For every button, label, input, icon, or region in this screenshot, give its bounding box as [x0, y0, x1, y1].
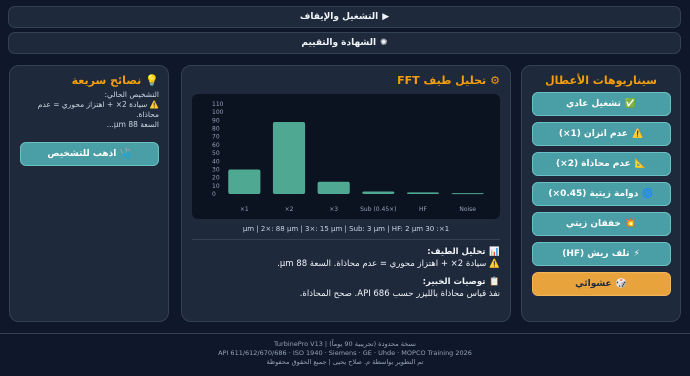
scenario-label: عدم اتزان (1×) — [558, 129, 628, 139]
check-icon: ✅ — [624, 99, 637, 109]
y-tick-label: 60 — [212, 142, 220, 149]
ruler-icon: 📐 — [634, 159, 646, 169]
cyclone-icon: 🌀 — [642, 189, 654, 199]
expert-heading: توصيات الخبير: — [422, 277, 486, 287]
x-tick-label: 1× — [240, 206, 249, 213]
y-tick-label: 70 — [212, 134, 220, 141]
chart-icon: 📊 — [489, 247, 500, 257]
tips-line-3: السعة 88 μm... — [106, 120, 159, 129]
fft-panel: ⚙ تحليل طيف FFT 0 10 20 30 40 50 60 70 80 90 100 11… — [181, 65, 511, 322]
tips-line-1: التشخيص الحالي: — [104, 90, 159, 99]
clipboard-icon: 📋 — [489, 277, 500, 287]
y-tick-label: 30 — [212, 166, 220, 173]
bar-4 — [406, 192, 440, 194]
y-tick-label: 90 — [212, 117, 220, 124]
bar-0 — [228, 169, 261, 194]
scenario-label: تشغيل عادي — [565, 99, 621, 109]
bar-3 — [362, 191, 395, 194]
scenario-label: خفقان زيتي — [565, 219, 621, 229]
lightning-icon: ⚡ — [633, 249, 640, 259]
y-tick-label: 50 — [212, 150, 220, 157]
scenarios-panel: سيناريوهات الأعطال ✅ تشغيل عادي ⚠️ عدم ا… — [521, 65, 681, 322]
expert-text: نفذ قياس محاذاة بالليزر حسب API 686. صحح… — [299, 289, 500, 299]
tips-panel: 💡 نصائح سريعة التشخيص الحالي: ⚠️ سيادة 2… — [9, 65, 169, 322]
y-tick-label: 40 — [212, 158, 220, 165]
scenario-label: دوامة زيتية (0.45×) — [548, 189, 639, 199]
y-tick-label: 20 — [212, 175, 220, 182]
bar-1 — [272, 122, 306, 194]
go-to-diagnosis-button[interactable]: 🩺 اذهب للتشخيص — [20, 142, 159, 166]
footer-line-2: API 611/612/670/686 · ISO 1940 · Siemens… — [218, 349, 472, 357]
dice-icon: 🎲 — [615, 279, 627, 289]
y-tick-label: 100 — [212, 109, 224, 116]
certificate-button[interactable]: ✺ الشهادة والتقييم — [8, 32, 681, 54]
bulb-icon: 💡 — [145, 74, 159, 87]
scenario-misalignment-button[interactable]: 📐 عدم محاذاة (2×) — [531, 152, 671, 176]
y-tick-label: 0 — [212, 191, 216, 198]
amplitude-readout: 1×: 30 μm | 2×: 88 μm | 3×: 15 μm | Sub:… — [192, 225, 500, 240]
scenario-blade-damage-button[interactable]: ⚡ تلف ريش (HF) — [531, 242, 671, 266]
scenario-normal-button[interactable]: ✅ تشغيل عادي — [531, 92, 671, 116]
play-stop-button[interactable]: ▶ التشغيل والإيقاف — [8, 6, 681, 28]
scenario-oil-whip-button[interactable]: 💥 خفقان زيتي — [531, 212, 671, 236]
analysis-heading: تحليل الطيف: — [427, 247, 486, 257]
x-tick-label: Noise — [459, 206, 476, 213]
warning-icon: ⚠️ — [631, 129, 644, 139]
footer: TurbinePro V13 | نسخة محدودة (تجريبية 90… — [0, 333, 690, 367]
y-tick-label: 110 — [212, 101, 224, 108]
scenario-label: عشوائي — [575, 279, 612, 289]
tips-line-2: ⚠️ سيادة 2× + اهتزاز محوري = عدم محاذاة. — [37, 100, 159, 119]
x-tick-label: HF — [419, 206, 428, 213]
bar-2 — [317, 181, 350, 194]
x-tick-label: 3× — [329, 206, 338, 213]
footer-line-1: TurbinePro V13 | نسخة محدودة (تجريبية 90… — [273, 340, 417, 348]
burst-icon: 💥 — [624, 219, 637, 229]
scenario-label: تلف ريش (HF) — [562, 249, 630, 259]
tips-title: نصائح سريعة — [71, 74, 142, 87]
gear-icon: ⚙ — [490, 74, 500, 87]
play-stop-label: التشغيل والإيقاف — [299, 12, 379, 22]
scenario-unbalance-button[interactable]: ⚠️ عدم اتزان (1×) — [531, 122, 671, 146]
y-tick-label: 80 — [212, 126, 220, 133]
scenarios-title: سيناريوهات الأعطال — [545, 74, 657, 87]
warning-icon: ⚠️ — [489, 259, 500, 269]
scenario-oil-whirl-button[interactable]: 🌀 دوامة زيتية (0.45×) — [531, 182, 671, 206]
y-tick-label: 10 — [212, 183, 220, 190]
fft-chart-svg: 01020 304050607080 90100110 1× 2× 3× Sub (0.45… — [212, 101, 484, 213]
certificate-label: الشهادة والتقييم — [301, 38, 377, 48]
diagnosis-button-label: اذهب للتشخيص — [47, 149, 117, 159]
x-tick-label: 2× — [285, 206, 294, 213]
scenario-random-button[interactable]: 🎲 عشوائي — [531, 272, 671, 296]
bar-5 — [451, 193, 484, 195]
fft-title: تحليل طيف FFT — [397, 74, 487, 87]
analysis-text: سيادة 2× + اهتزاز محوري = عدم محاذاة. ال… — [277, 259, 487, 269]
x-tick-label: Sub (0.45×) — [360, 206, 396, 213]
stethoscope-icon: 🩺 — [120, 149, 132, 159]
play-icon: ▶ — [382, 12, 390, 22]
scenario-label: عدم محاذاة (2×) — [556, 159, 631, 169]
gear-icon: ✺ — [380, 38, 388, 48]
fft-chart: 0 10 20 30 40 50 60 70 80 90 100 110 1× 2× 3× Sub (0.45… — [192, 94, 500, 219]
footer-line-3: تم التطوير بواسطة م. صلاح يحيى | جميع ال… — [266, 358, 424, 366]
